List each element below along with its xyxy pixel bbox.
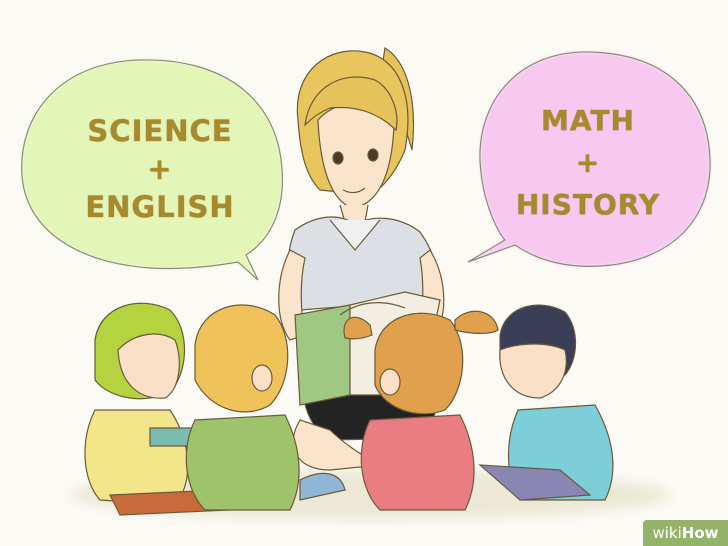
subject-science: SCIENCE [87, 114, 233, 148]
child-dark-hair [478, 304, 614, 501]
subject-history: HISTORY [515, 188, 661, 221]
watermark-suffix: How [681, 524, 719, 542]
wikihow-watermark: wikiHow [643, 520, 728, 546]
bubble-text-left: SCIENCE + ENGLISH [45, 112, 275, 226]
plus-sign: + [147, 152, 173, 186]
watermark-prefix: wiki [652, 524, 682, 542]
subject-math: MATH [541, 104, 635, 137]
illustration [21, 47, 711, 520]
plus-sign: + [575, 146, 601, 179]
bubble-text-right: MATH + HISTORY [488, 100, 688, 226]
subject-english: ENGLISH [85, 190, 235, 224]
